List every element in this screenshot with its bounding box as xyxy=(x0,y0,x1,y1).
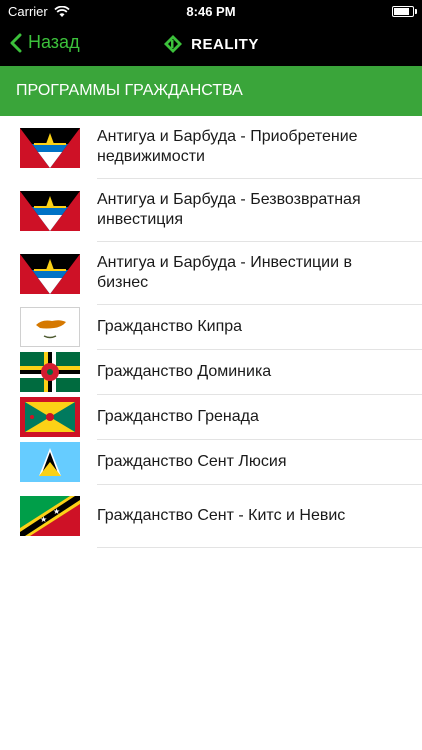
item-label: Гражданство Сент Люсия xyxy=(97,453,287,470)
list-item[interactable]: Антигуа и Барбуда - Приобретение недвижи… xyxy=(0,116,422,179)
list-item[interactable]: Антигуа и Барбуда - Инвестиции в бизнес xyxy=(0,242,422,305)
row-divider xyxy=(97,547,422,548)
item-label: Антигуа и Барбуда - Инвестиции в бизнес xyxy=(97,254,352,291)
brand: REALITY xyxy=(0,34,422,54)
navigation-bar: Назад REALITY xyxy=(0,24,422,66)
section-title: ПРОГРАММЫ ГРАЖДАНСТВА xyxy=(16,82,243,99)
svg-text:★: ★ xyxy=(40,515,47,524)
item-label: Гражданство Сент - Китс и Невис xyxy=(97,507,346,524)
dominica-flag-icon xyxy=(20,352,80,392)
list-item[interactable]: Антигуа и Барбуда - Безвозвратная инвест… xyxy=(0,179,422,242)
status-bar: Carrier 8:46 PM xyxy=(0,0,422,24)
item-label: Гражданство Кипра xyxy=(97,318,243,335)
item-label: Гражданство Доминика xyxy=(97,363,272,380)
antigua-barbuda-flag-icon xyxy=(20,254,80,294)
list-item[interactable]: Гражданство Сент Люсия xyxy=(0,440,422,485)
saint-lucia-flag-icon xyxy=(20,442,80,482)
list-item[interactable]: Гражданство Гренада xyxy=(0,395,422,440)
cyprus-flag-icon xyxy=(20,307,80,347)
section-header: ПРОГРАММЫ ГРАЖДАНСТВА xyxy=(0,66,422,116)
list-item[interactable]: ★ ★ Гражданство Сент - Китс и Невис xyxy=(0,485,422,548)
antigua-barbuda-flag-icon xyxy=(20,191,80,231)
battery-icon xyxy=(392,6,417,17)
grenada-flag-icon xyxy=(20,397,80,437)
item-label: Антигуа и Барбуда - Приобретение недвижи… xyxy=(97,128,358,165)
programs-list: Антигуа и Барбуда - Приобретение недвижи… xyxy=(0,116,422,548)
list-item[interactable]: Гражданство Доминика xyxy=(0,350,422,395)
reality-logo-icon xyxy=(164,35,183,53)
app-title: REALITY xyxy=(191,35,259,53)
item-label: Гражданство Гренада xyxy=(97,408,259,425)
svg-text:★: ★ xyxy=(53,507,60,516)
saint-kitts-nevis-flag-icon: ★ ★ xyxy=(20,496,80,536)
status-time: 8:46 PM xyxy=(186,4,236,19)
list-item[interactable]: Гражданство Кипра xyxy=(0,305,422,350)
item-label: Антигуа и Барбуда - Безвозвратная инвест… xyxy=(97,191,361,228)
antigua-barbuda-flag-icon xyxy=(20,128,80,168)
